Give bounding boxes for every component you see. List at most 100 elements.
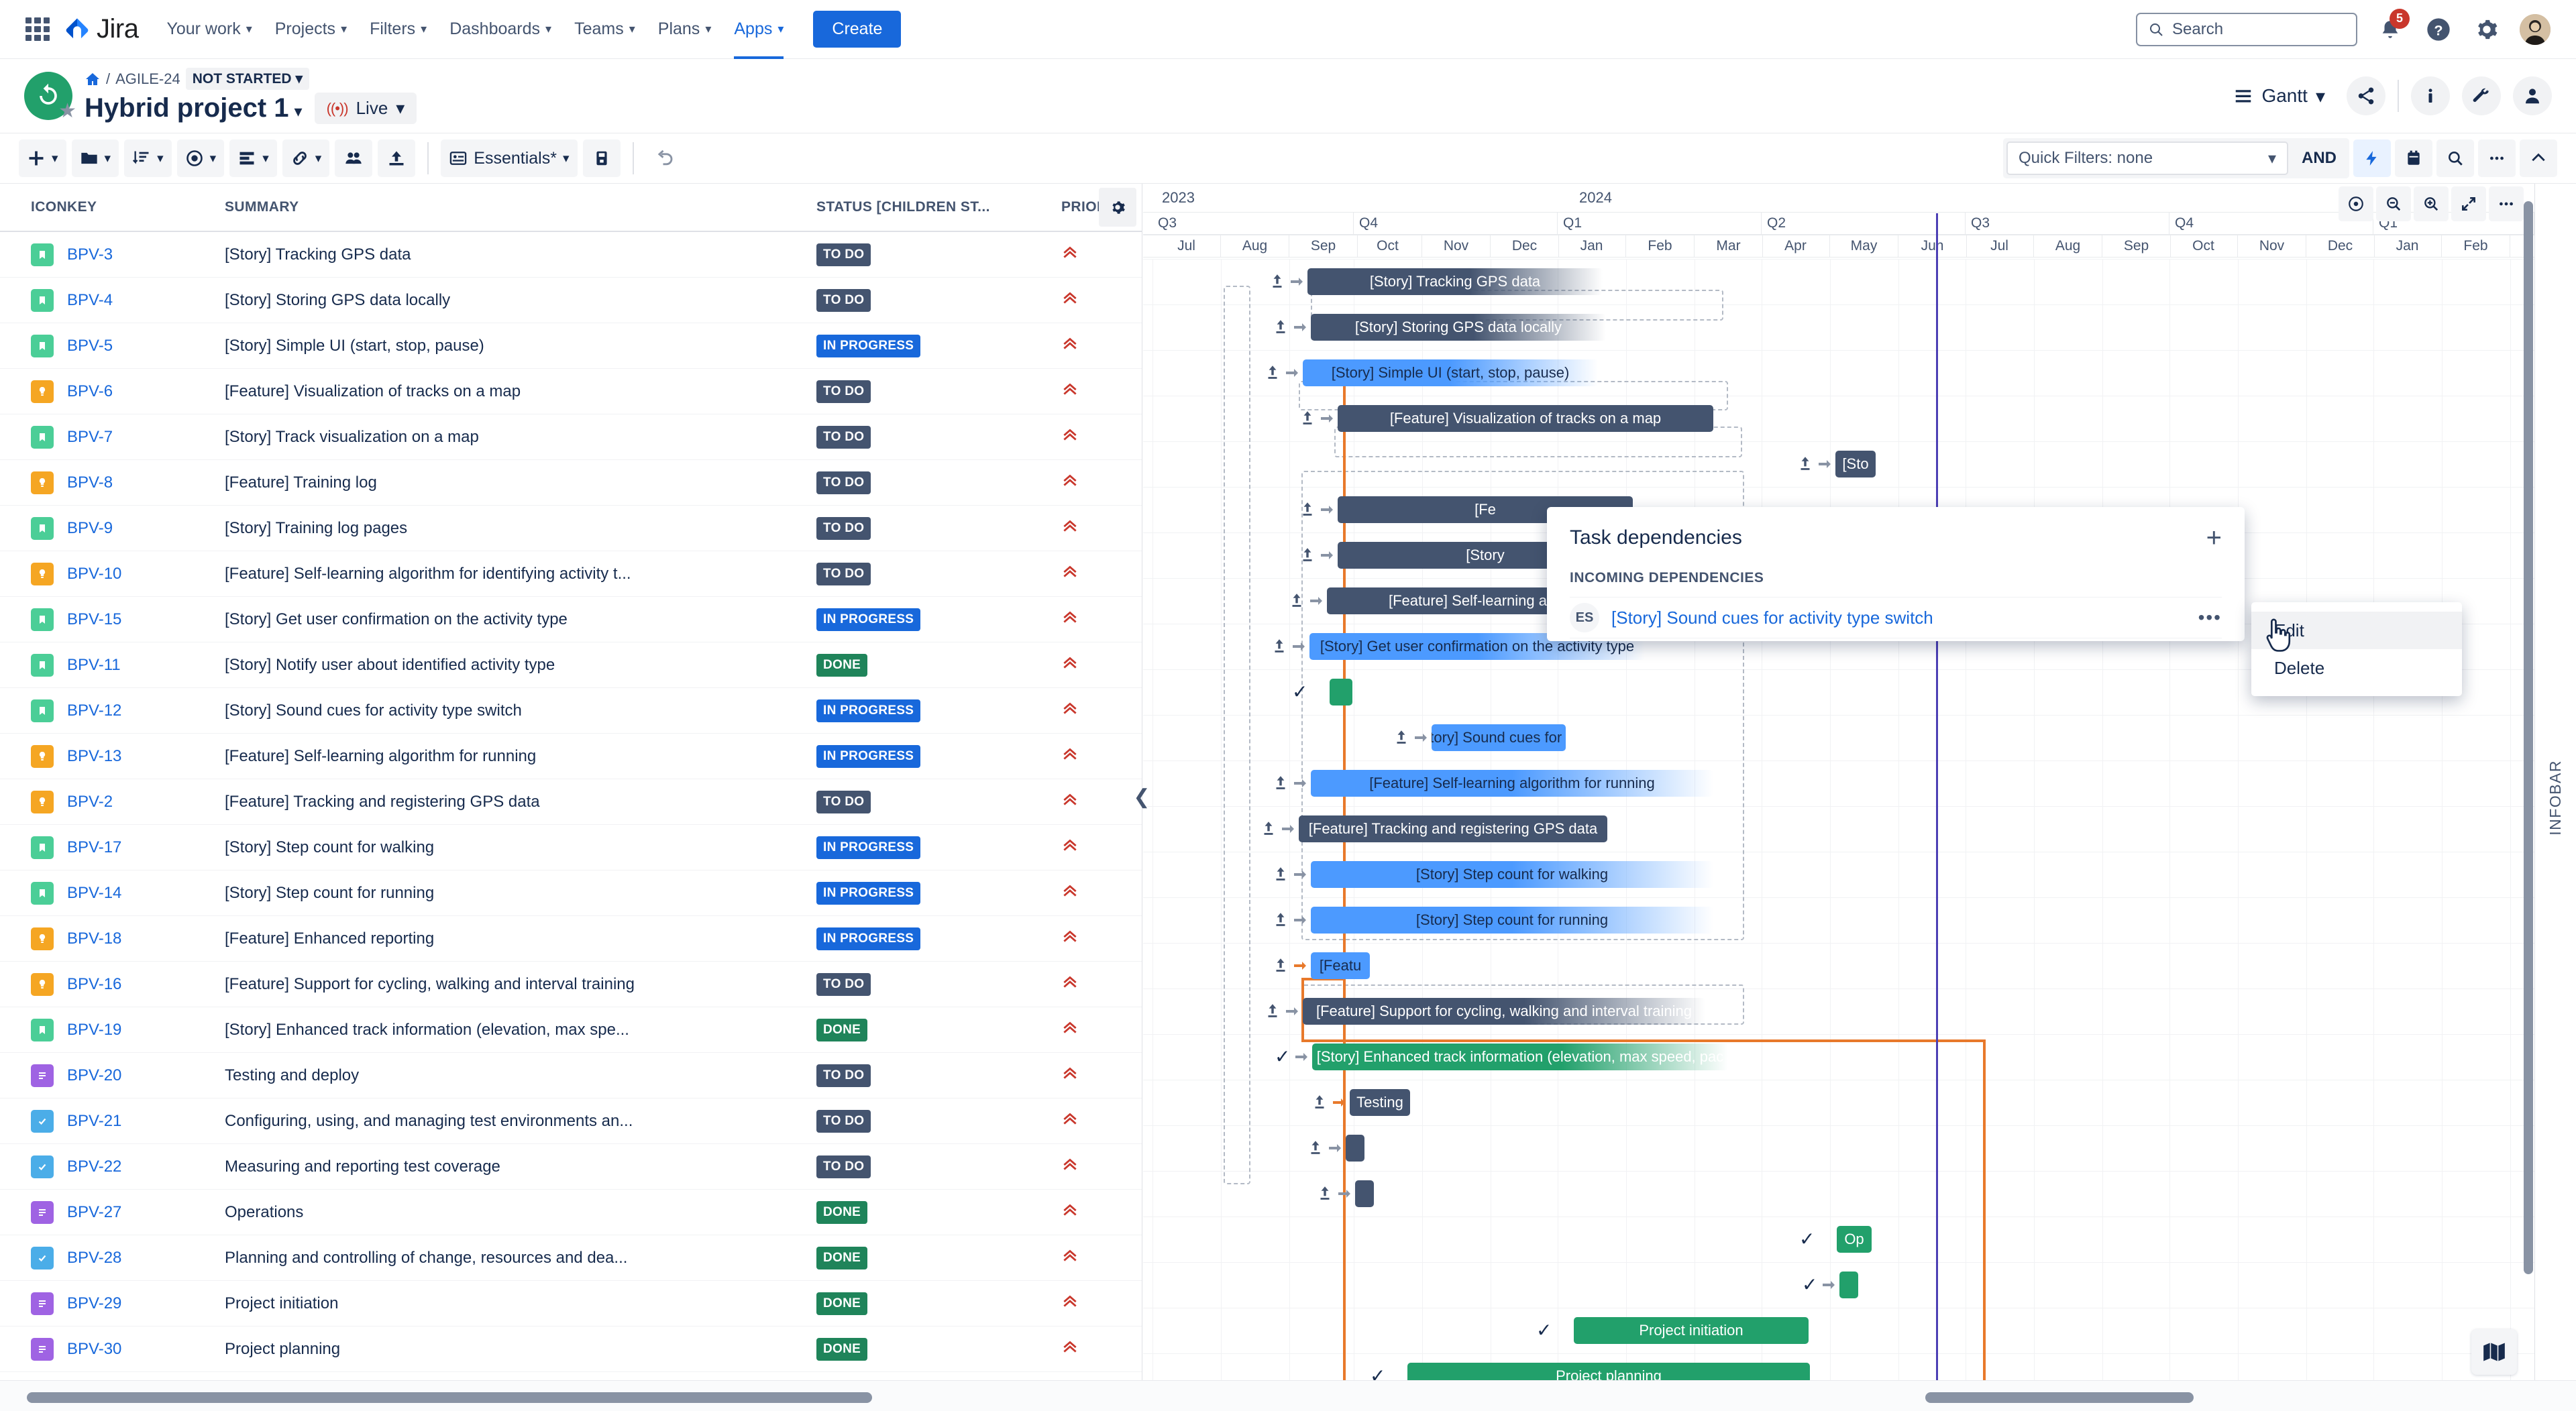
table-row[interactable]: BPV-30 Project planning DONE [0,1327,1142,1372]
issue-key-link[interactable]: BPV-18 [67,929,121,948]
context-menu-item-delete[interactable]: Delete [2251,649,2462,687]
jira-logo[interactable]: Jira [64,14,139,44]
gantt-bar[interactable]: [Story] Step count for running [1311,907,1713,934]
column-header-icon[interactable]: ICON [0,199,67,215]
create-button[interactable]: Create [813,11,902,48]
status-badge[interactable]: DONE [816,1292,868,1315]
gantt-bar[interactable]: Project initiation [1574,1317,1809,1344]
gantt-bar[interactable]: [Featu [1311,952,1370,979]
table-row[interactable]: BPV-2 [Feature] Tracking and registering … [0,779,1142,825]
promote-up-icon[interactable] [1299,546,1316,567]
gantt-bar[interactable]: [Story] Step count for walking [1311,861,1713,888]
table-row[interactable]: BPV-9 [Story] Training log pages TO DO [0,506,1142,551]
gantt-bar[interactable]: [Story] Enhanced track information (elev… [1312,1043,1728,1070]
status-badge[interactable]: TO DO [816,1109,871,1133]
issue-key-link[interactable]: BPV-13 [67,747,121,765]
folder-button[interactable]: ▾ [71,139,119,177]
table-row[interactable]: BPV-12 [Story] Sound cues for activity ty… [0,688,1142,734]
notifications-button[interactable]: 5 [2375,8,2410,45]
dependency-link[interactable]: [Story] Sound cues for activity type swi… [1611,608,2186,628]
status-badge[interactable]: TO DO [816,790,871,813]
issue-key-link[interactable]: BPV-3 [67,245,113,264]
issue-key-link[interactable]: BPV-17 [67,838,121,856]
breadcrumb-project-key[interactable]: AGILE-24 [115,70,180,88]
undo-button[interactable] [646,139,684,177]
add-task-button[interactable]: ▾ [19,139,66,177]
collapse-toolbar-button[interactable] [2520,139,2557,177]
gantt-bar[interactable]: [Story] Storing GPS data locally [1311,314,1606,341]
help-button[interactable]: ? [2423,14,2454,45]
status-badge[interactable]: DONE [816,1018,868,1041]
save-button[interactable] [582,139,621,177]
nav-item-plans[interactable]: Plans ▾ [658,0,712,59]
gantt-horizontal-scrollbar[interactable] [1925,1392,2194,1403]
gantt-bar[interactable]: [Feature] Visualization of tracks on a m… [1338,405,1713,432]
gantt-bar[interactable]: [Feature] Tracking and registering GPS d… [1299,815,1607,842]
promote-up-icon[interactable] [1272,956,1289,977]
promote-up-icon[interactable] [1316,1184,1334,1205]
promote-up-icon[interactable] [1299,409,1316,430]
status-badge[interactable]: TO DO [816,425,871,449]
issue-key-link[interactable]: BPV-5 [67,337,113,355]
assignee-button[interactable] [2513,76,2552,115]
find-button[interactable] [2436,139,2474,177]
nav-item-apps[interactable]: Apps ▾ [734,0,784,59]
table-row[interactable]: BPV-17 [Story] Step count for walking IN P… [0,825,1142,870]
status-badge[interactable]: IN PROGRESS [816,836,921,859]
filter-and-toggle[interactable]: AND [2292,149,2346,168]
status-badge[interactable]: NOT STARTED ▾ [185,68,310,90]
promote-up-icon[interactable] [1272,911,1289,932]
promote-up-icon[interactable] [1272,865,1289,886]
table-row[interactable]: BPV-20 Testing and deploy TO DO [0,1053,1142,1098]
fit-today-button[interactable] [2339,186,2373,221]
issue-key-link[interactable]: BPV-9 [67,519,113,537]
issue-key-link[interactable]: BPV-28 [67,1249,121,1267]
status-badge[interactable]: DONE [816,1246,868,1269]
status-badge[interactable]: TO DO [816,471,871,494]
gantt-bar[interactable]: [Story] Simple UI (start, stop, pause) [1303,359,1598,386]
layout-button[interactable]: ▾ [229,139,277,177]
grid-horizontal-scrollbar[interactable] [27,1392,872,1403]
status-badge[interactable]: IN PROGRESS [816,608,921,631]
nav-item-your-work[interactable]: Your work ▾ [166,0,252,59]
gantt-bar[interactable]: Testing [1350,1089,1410,1116]
status-badge[interactable]: TO DO [816,1064,871,1087]
table-row[interactable]: BPV-28 Planning and controlling of change… [0,1235,1142,1281]
gantt-bar[interactable]: [Story] Sound cues for ac [1432,724,1566,751]
table-row[interactable]: BPV-13 [Feature] Self-learning algorithm … [0,734,1142,779]
collapse-grid-handle[interactable]: ❮ [1127,782,1157,811]
issue-key-link[interactable]: BPV-4 [67,291,113,309]
gantt-bar[interactable] [1839,1272,1858,1298]
issue-key-link[interactable]: BPV-30 [67,1340,121,1358]
table-row[interactable]: BPV-19 [Story] Enhanced track information… [0,1007,1142,1053]
table-row[interactable]: BPV-29 Project initiation DONE [0,1281,1142,1327]
column-header-summary[interactable]: SUMMARY [225,199,816,215]
table-row[interactable]: BPV-18 [Feature] Enhanced reporting IN PRO… [0,916,1142,962]
status-badge[interactable]: TO DO [816,1155,871,1178]
promote-up-icon[interactable] [1311,1093,1328,1114]
user-avatar[interactable] [2520,13,2551,45]
promote-up-icon[interactable] [1264,363,1281,384]
promote-up-icon[interactable] [1299,500,1316,521]
issue-key-link[interactable]: BPV-22 [67,1158,121,1176]
table-row[interactable]: BPV-27 Operations DONE [0,1190,1142,1235]
promote-up-icon[interactable] [1271,637,1288,658]
promote-up-icon[interactable] [1272,774,1289,795]
sort-button[interactable]: ▾ [124,139,172,177]
critical-path-button[interactable] [2353,139,2391,177]
promote-up-icon[interactable] [1796,455,1814,475]
issue-key-link[interactable]: BPV-8 [67,473,113,492]
column-settings-gear-icon[interactable] [1099,188,1136,227]
table-row[interactable]: BPV-22 Measuring and reporting test cover… [0,1144,1142,1190]
live-mode-toggle[interactable]: ((•)) Live ▾ [314,93,417,124]
issue-key-link[interactable]: BPV-27 [67,1203,121,1221]
project-avatar[interactable]: ★ [24,72,76,122]
apps-grid-icon[interactable] [25,17,50,42]
table-row[interactable]: BPV-8 [Feature] Training log TO DO [0,460,1142,506]
gantt-bar[interactable]: [Story] Tracking GPS data [1307,268,1603,295]
gantt-bar[interactable]: [Sto [1835,451,1876,477]
issue-key-link[interactable]: BPV-10 [67,565,121,583]
status-badge[interactable]: TO DO [816,562,871,585]
issue-key-link[interactable]: BPV-29 [67,1294,121,1312]
issue-key-link[interactable]: BPV-2 [67,793,113,811]
